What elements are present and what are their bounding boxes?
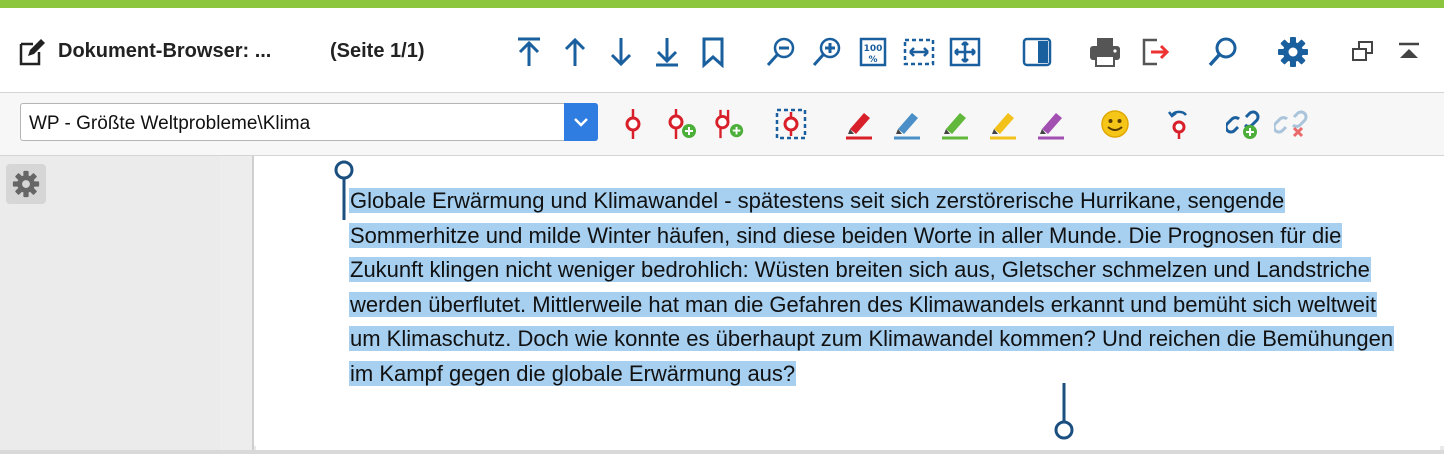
fit-page-icon[interactable] <box>948 35 982 69</box>
zoom-in-icon[interactable] <box>810 35 844 69</box>
jump-to-bottom-icon[interactable] <box>650 35 684 69</box>
printer-icon[interactable] <box>1088 35 1122 69</box>
left-panel <box>0 156 220 450</box>
bookmark-icon[interactable] <box>696 35 730 69</box>
window-title: Dokument-Browser: ... <box>58 40 272 62</box>
code-pin-icon[interactable] <box>616 107 650 141</box>
title-toolbar: Dokument-Browser: ... (Seite 1/1) 100% <box>0 16 1444 93</box>
highlighter-purple-icon[interactable] <box>1034 107 1068 141</box>
selection-end-handle[interactable] <box>1053 382 1077 444</box>
code-selector[interactable]: WP - Größte Weltprobleme\Klima <box>20 103 598 141</box>
chevron-down-icon[interactable] <box>564 103 598 141</box>
document-text[interactable]: Globale Erwärmung und Klimawandel - spät… <box>349 184 1395 391</box>
edit-document-icon[interactable] <box>14 36 48 70</box>
gear-icon[interactable] <box>1276 35 1310 69</box>
code-pin-add-icon[interactable] <box>664 107 698 141</box>
highlighter-green-icon[interactable] <box>938 107 972 141</box>
highlighter-yellow-icon[interactable] <box>986 107 1020 141</box>
zoom-100-icon[interactable]: 100% <box>856 35 890 69</box>
zoom-out-icon[interactable] <box>764 35 798 69</box>
highlighter-blue-icon[interactable] <box>890 107 924 141</box>
bottom-border <box>0 450 1444 454</box>
code-selection-icon[interactable] <box>774 107 808 141</box>
jump-to-top-icon[interactable] <box>512 35 546 69</box>
code-pins-add-icon[interactable] <box>712 107 746 141</box>
svg-text:100: 100 <box>864 44 883 54</box>
search-icon[interactable] <box>1206 35 1240 69</box>
collapse-icon[interactable] <box>1392 35 1426 69</box>
settings-gear-icon <box>12 170 40 198</box>
document-view[interactable]: Globale Erwärmung und Klimawandel - spät… <box>256 156 1440 450</box>
arrow-down-icon[interactable] <box>604 35 638 69</box>
fit-width-icon[interactable] <box>902 35 936 69</box>
undo-code-icon[interactable] <box>1162 107 1196 141</box>
emoticon-icon[interactable] <box>1098 107 1132 141</box>
code-selector-value: WP - Größte Weltprobleme\Klima <box>29 113 311 134</box>
panel-toggle-icon[interactable] <box>1020 35 1054 69</box>
settings-button[interactable] <box>6 164 46 204</box>
line-gutter <box>220 156 254 450</box>
svg-text:%: % <box>868 55 877 65</box>
selected-text[interactable]: Globale Erwärmung und Klimawandel - spät… <box>349 188 1395 386</box>
remove-link-icon[interactable] <box>1274 107 1308 141</box>
code-toolbar: WP - Größte Weltprobleme\Klima <box>0 93 1444 156</box>
highlighter-red-icon[interactable] <box>842 107 876 141</box>
export-icon[interactable] <box>1138 35 1172 69</box>
page-indicator: (Seite 1/1) <box>330 40 425 62</box>
add-link-icon[interactable] <box>1226 107 1260 141</box>
arrow-up-icon[interactable] <box>558 35 592 69</box>
document-browser-window: Dokument-Browser: ... (Seite 1/1) 100% W… <box>0 0 1444 454</box>
undock-window-icon[interactable] <box>1346 35 1380 69</box>
